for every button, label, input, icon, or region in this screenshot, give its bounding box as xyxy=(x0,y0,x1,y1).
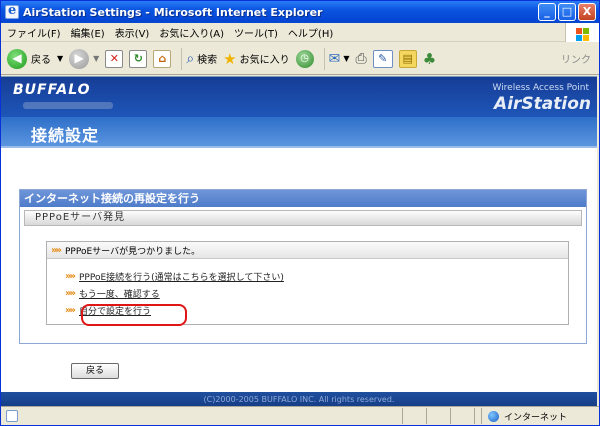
refresh-button[interactable]: ↻ xyxy=(129,49,148,68)
page-content: BUFFALO Wireless Access Point AirStation… xyxy=(1,76,597,406)
search-button[interactable]: ⌕ 検索 xyxy=(186,51,217,67)
menu-edit[interactable]: 編集(E) xyxy=(71,25,105,40)
page-title: 接続設定 xyxy=(31,126,100,145)
history-icon: ◷ xyxy=(295,49,314,68)
windows-logo-blue xyxy=(576,35,582,41)
stop-button[interactable]: ✕ xyxy=(105,49,124,68)
double-arrow-icon: »» xyxy=(65,288,76,299)
result-message: »» PPPoEサーバが見つかりました。 xyxy=(47,242,568,259)
links-label[interactable]: リンク xyxy=(561,51,591,66)
home-button[interactable]: ⌂ xyxy=(153,49,172,68)
note-icon: ▤ xyxy=(398,49,417,68)
maximize-button[interactable]: □ xyxy=(558,3,576,21)
zone-label: インターネット xyxy=(504,412,568,423)
option-recheck: »» もう一度、確認する xyxy=(65,287,160,300)
pppoe-connect-link[interactable]: PPPoE接続を行う(通常はこちらを選択して下さい) xyxy=(79,270,284,283)
menu-view[interactable]: 表示(V) xyxy=(115,25,150,40)
home-icon: ⌂ xyxy=(153,49,172,68)
double-arrow-icon: »» xyxy=(65,271,76,282)
title-bar[interactable]: AirStation Settings - Microsoft Internet… xyxy=(1,1,599,23)
option-pppoe: »» PPPoE接続を行う(通常はこちらを選択して下さい) xyxy=(65,270,284,283)
status-divider xyxy=(450,408,451,424)
back-arrow-icon: ◀ xyxy=(7,48,27,69)
globe-icon xyxy=(488,410,499,422)
highlight-circle xyxy=(81,304,187,326)
discuss-button[interactable]: ▤ xyxy=(398,49,417,68)
printer-icon: ⎙ xyxy=(355,50,367,67)
panel-title: インターネット接続の再設定を行う xyxy=(20,190,586,207)
refresh-icon: ↻ xyxy=(129,49,148,68)
menu-file[interactable]: ファイル(F) xyxy=(7,25,61,40)
back-button[interactable]: 戻る xyxy=(71,363,119,379)
ie-icon xyxy=(5,3,19,19)
recheck-link[interactable]: もう一度、確認する xyxy=(79,287,160,300)
copyright-footer: (C)2000-2005 BUFFALO INC. All rights res… xyxy=(1,392,597,406)
chevron-down-icon[interactable]: ▼ xyxy=(57,54,63,63)
message-text: PPPoEサーバが見つかりました。 xyxy=(65,246,201,257)
messenger-button[interactable]: ♣ xyxy=(423,50,436,68)
windows-logo-yellow xyxy=(583,35,589,41)
forward-arrow-icon: ▶ xyxy=(69,48,90,69)
back-toolbar-label: 戻る xyxy=(31,55,51,66)
back-toolbar-button[interactable]: ◀ 戻る ▼ xyxy=(7,48,63,69)
standard-toolbar: ◀ 戻る ▼ ▶ ▼ ✕ ↻ ⌂ ⌕ 検索 ★ お気に入り ◷ ✉ ▼ ⎙ ✎ … xyxy=(1,43,599,75)
search-icon: ⌕ xyxy=(186,50,195,67)
menu-favorites[interactable]: お気に入り(A) xyxy=(159,25,224,40)
star-icon: ★ xyxy=(223,49,237,68)
window-title: AirStation Settings - Microsoft Internet… xyxy=(23,5,323,19)
brand-logo: BUFFALO xyxy=(13,82,91,98)
search-label: 検索 xyxy=(197,55,218,66)
brand-tagline-blurred xyxy=(23,102,113,109)
product-tag: Wireless Access Point xyxy=(492,83,589,93)
double-arrow-icon: »» xyxy=(65,305,76,316)
print-button[interactable]: ⎙ xyxy=(356,51,367,67)
security-zone[interactable]: インターネット xyxy=(481,408,599,424)
page-title-band: 接続設定 xyxy=(1,117,597,148)
minimize-button[interactable]: _ xyxy=(538,3,556,21)
status-bar: インターネット xyxy=(1,406,599,425)
menu-tools[interactable]: ツール(T) xyxy=(234,25,278,40)
toolbar-separator xyxy=(181,47,183,70)
toolbar-separator xyxy=(323,47,325,70)
mail-button[interactable]: ✉ ▼ xyxy=(329,51,350,67)
mail-icon: ✉ xyxy=(328,50,341,67)
panel-subtitle: PPPoEサーバ発見 xyxy=(24,210,582,226)
history-button[interactable]: ◷ xyxy=(295,49,314,68)
messenger-icon: ♣ xyxy=(422,49,437,68)
favorites-label: お気に入り xyxy=(239,55,290,66)
close-button[interactable]: X xyxy=(578,3,596,21)
ie-window: AirStation Settings - Microsoft Internet… xyxy=(0,0,600,426)
page-icon xyxy=(6,410,18,422)
windows-logo-red xyxy=(576,28,582,34)
status-divider xyxy=(426,408,427,424)
status-divider xyxy=(474,408,475,424)
menu-help[interactable]: ヘルプ(H) xyxy=(288,25,333,40)
status-divider xyxy=(402,408,403,424)
product-name: AirStation xyxy=(494,94,591,114)
window-controls: _ □ X xyxy=(538,3,596,21)
site-header: BUFFALO Wireless Access Point AirStation xyxy=(1,77,597,117)
edit-button[interactable]: ✎ xyxy=(372,49,393,68)
stop-icon: ✕ xyxy=(105,49,124,68)
windows-logo-icon xyxy=(565,23,599,42)
favorites-button[interactable]: ★ お気に入り xyxy=(223,50,289,68)
chevron-down-icon[interactable]: ▼ xyxy=(343,54,349,63)
menu-bar: ファイル(F) 編集(E) 表示(V) お気に入り(A) ツール(T) ヘルプ(… xyxy=(1,23,599,42)
forward-toolbar-button[interactable]: ▶ ▼ xyxy=(69,48,99,69)
double-arrow-icon: »» xyxy=(51,244,62,256)
edit-icon: ✎ xyxy=(372,49,393,68)
windows-logo-green xyxy=(583,28,589,34)
chevron-down-icon[interactable]: ▼ xyxy=(93,54,99,63)
